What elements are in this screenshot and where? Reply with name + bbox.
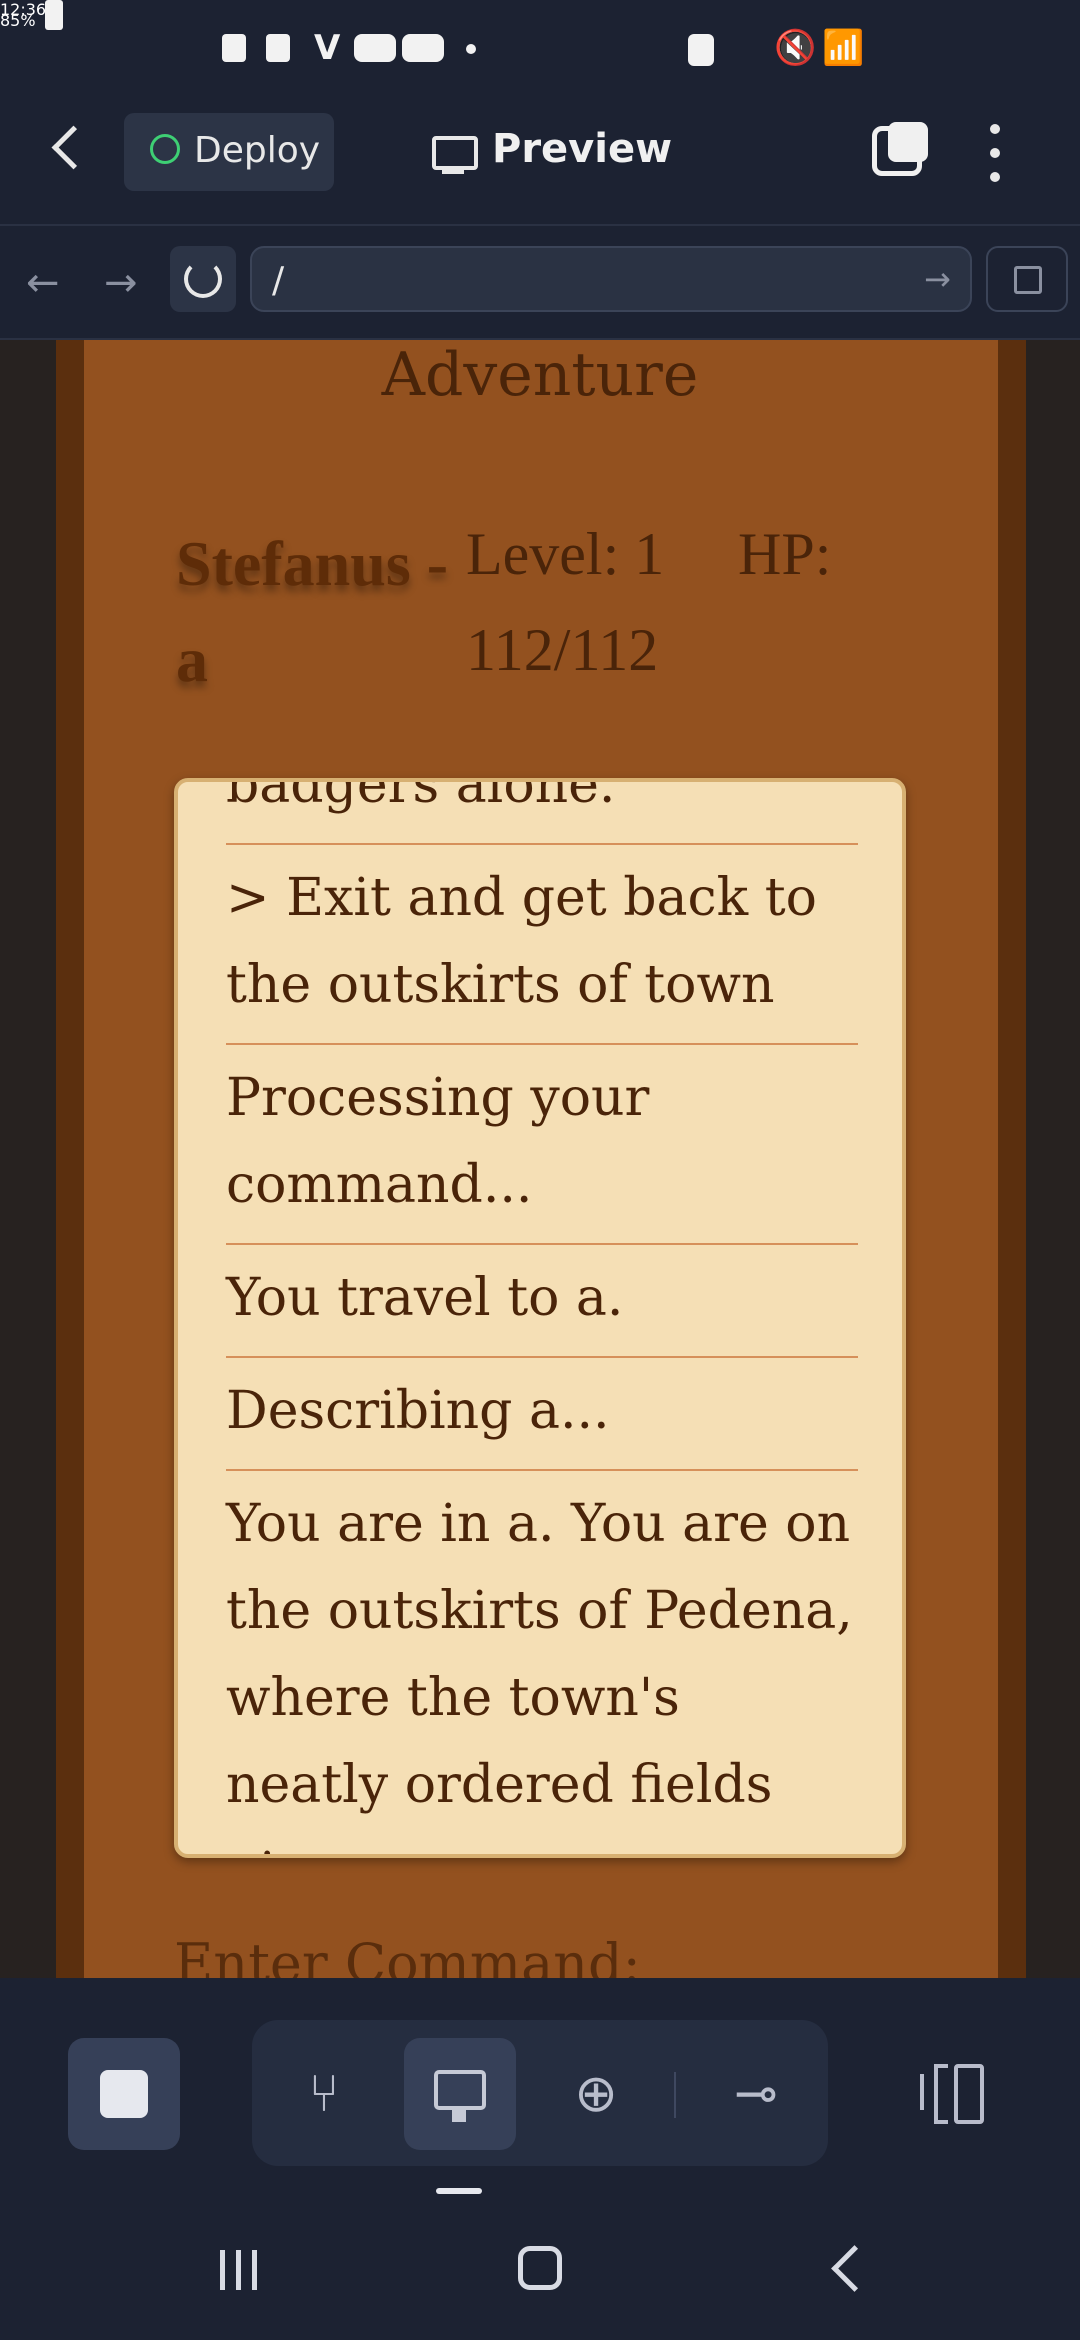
log-entry: badgers alone. [226,782,858,845]
git-button[interactable]: ⑂ [268,2038,380,2150]
monitor-icon [434,2070,486,2110]
deploy-antenna-icon: ⊕ [574,2064,618,2124]
monitor-stand [452,2110,466,2122]
battery-level: 85% [0,0,63,30]
external-link-icon [1014,266,1042,294]
recent-apps-icon[interactable] [220,2250,264,2290]
log-entry: > Exit and get back to the outskirts of … [226,845,858,1045]
youtube-icon [354,34,396,62]
log-entry: Processing your command... [226,1045,858,1245]
battery-icon [44,0,63,30]
sidebar-toggle-icon[interactable] [920,2064,984,2124]
reload-icon [184,260,222,298]
deploy-label: Deploy [194,130,321,171]
youtube-icon [402,34,444,62]
go-arrow-icon[interactable]: → [924,260,951,298]
log-entry: Describing a... [226,1358,858,1471]
game-title: Adventure [381,340,699,410]
tabs-icon-front [888,122,928,162]
status-bar [0,0,1080,104]
url-input[interactable]: / [250,246,972,312]
drag-handle[interactable] [436,2188,482,2194]
log-entries: badgers alone. > Exit and get back to th… [226,782,858,1854]
hp-label: HP: [738,521,832,587]
stop-icon [100,2070,148,2118]
player-name: Stefanus - a [176,528,449,695]
log-entry: You travel to a. [226,1245,858,1358]
reload-button[interactable] [170,246,236,312]
deploy-tool-button[interactable]: ⊕ [540,2038,652,2150]
game-log[interactable]: badgers alone. > Exit and get back to th… [174,778,906,1858]
webview: Adventure Stefanus - a Level: 1 HP: 112/… [0,340,1080,1978]
preview-tool-button[interactable] [404,2038,516,2150]
browser-forward-icon[interactable]: → [104,260,138,306]
toolbar-divider [674,2072,676,2118]
v-app-icon: V [314,28,341,68]
browser-back-icon[interactable]: ← [26,260,60,306]
workflow-icon: ⊸ [734,2064,778,2124]
home-icon[interactable] [518,2246,562,2290]
sync-icon [688,34,714,66]
workflow-button[interactable]: ⊸ [700,2038,812,2150]
deploy-antenna-icon [150,134,180,164]
branch-icon: ⑂ [308,2064,340,2124]
more-notifications-dot [466,44,476,54]
open-external-button[interactable] [986,246,1068,312]
player-level: Level: 1 [466,521,665,587]
more-vertical-icon[interactable] [990,124,1000,184]
monitor-icon [432,136,478,170]
preview-title[interactable]: Preview [492,126,672,172]
notification-icon [222,34,246,62]
wifi-icon: 📶 [822,28,865,68]
notification-icon [266,34,290,62]
mute-icon: 🔇 [774,28,817,68]
command-prompt-label: Enter Command: [174,1932,641,1978]
monitor-stand [442,170,464,174]
log-entry: You are in a. You are on the outskirts o… [226,1494,853,1854]
hp-value: 112/112 [466,617,659,683]
